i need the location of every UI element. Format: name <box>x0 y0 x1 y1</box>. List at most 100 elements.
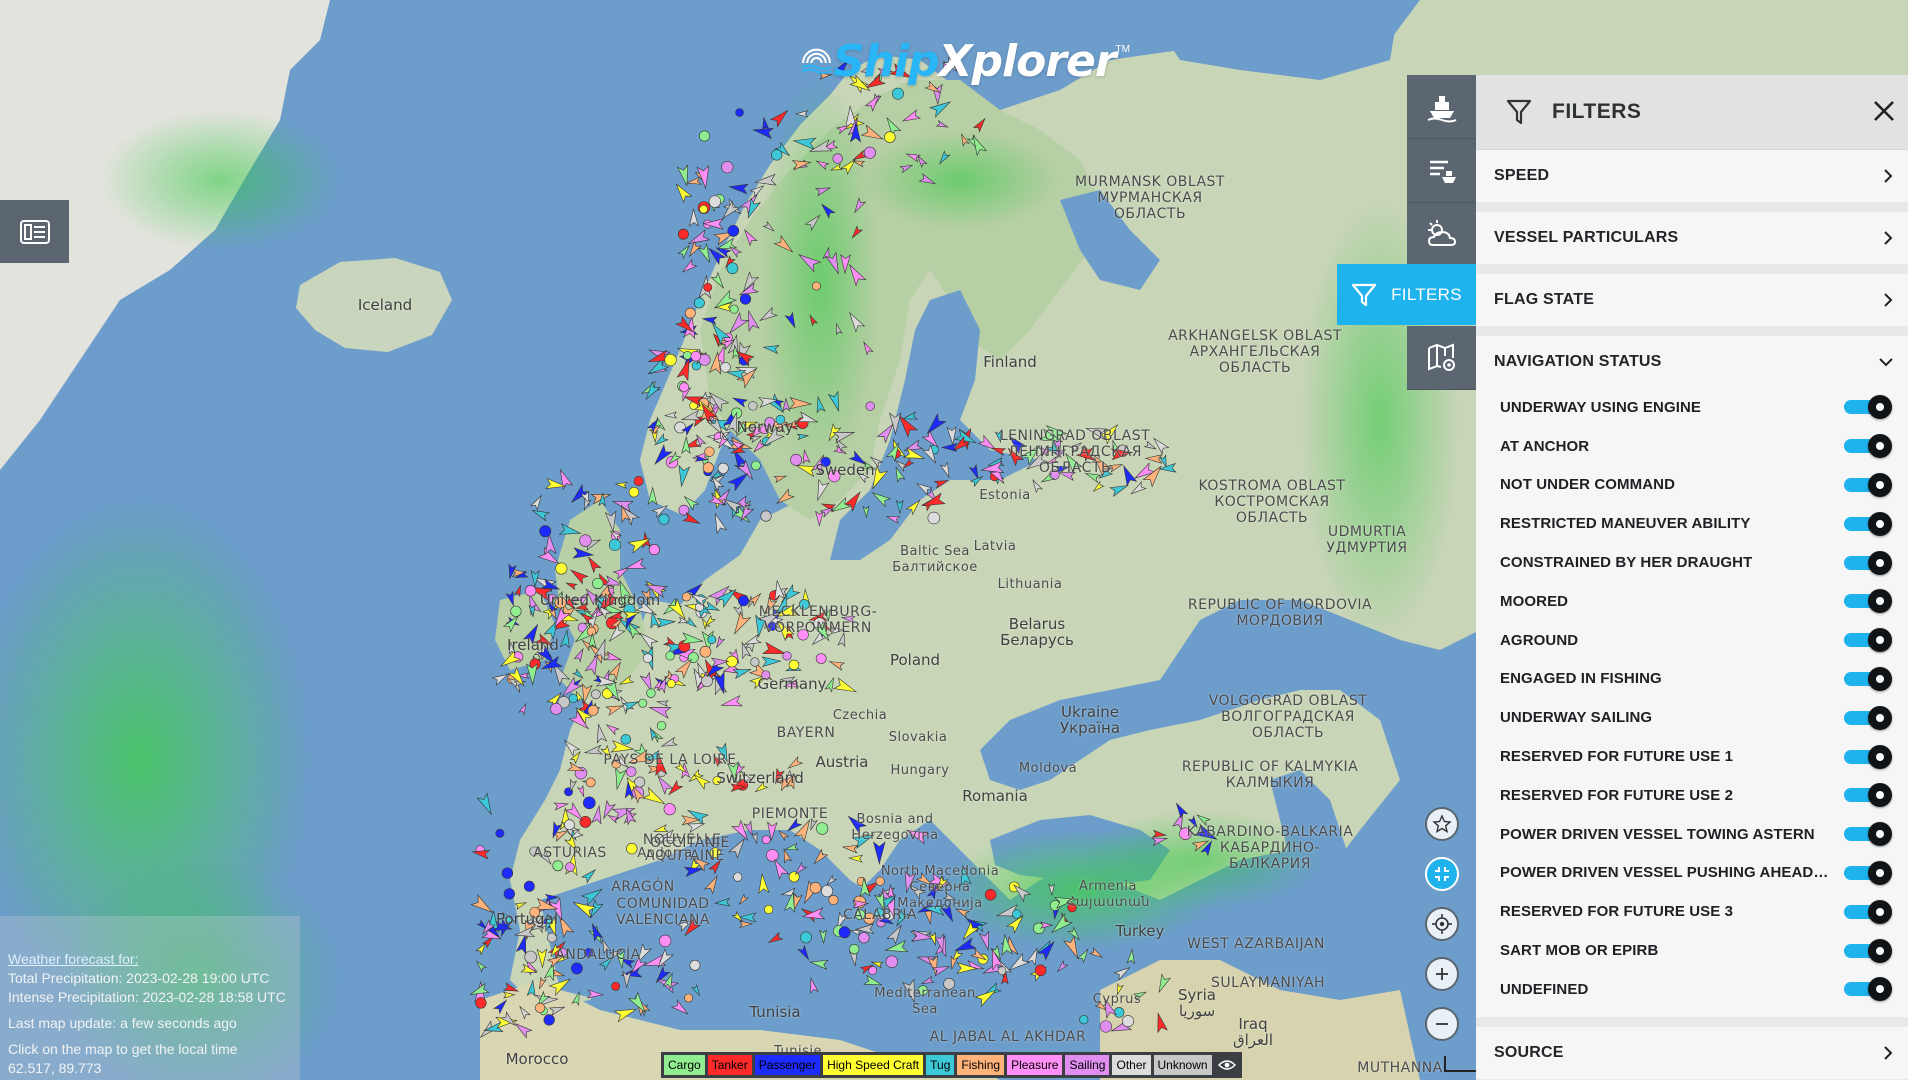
vessel-marker[interactable] <box>620 734 632 745</box>
vessel-marker[interactable] <box>495 828 505 838</box>
vessel-marker[interactable] <box>550 702 563 715</box>
filter-section-source-header[interactable]: SOURCE <box>1476 1027 1908 1079</box>
vessel-marker[interactable] <box>733 872 743 882</box>
legend-item[interactable]: Tanker <box>707 1055 752 1075</box>
vessel-marker[interactable] <box>849 944 860 955</box>
vessel-marker[interactable] <box>535 1002 546 1013</box>
vessel-marker[interactable] <box>555 562 568 575</box>
navigation-status-toggle[interactable] <box>1844 472 1892 497</box>
legend-item[interactable]: Sailing <box>1065 1055 1110 1075</box>
vessel-marker[interactable] <box>821 885 834 898</box>
locate-me-button[interactable] <box>1425 907 1459 941</box>
vessel-marker[interactable] <box>727 225 740 237</box>
vessel-marker[interactable] <box>863 146 876 159</box>
vessel-marker[interactable] <box>587 704 599 716</box>
vessel-marker[interactable] <box>1034 964 1047 977</box>
vessel-marker[interactable] <box>809 882 822 894</box>
vessel-marker[interactable] <box>699 645 712 658</box>
vessel-marker[interactable] <box>800 931 812 944</box>
navigation-status-toggle[interactable] <box>1844 434 1892 459</box>
vessel-marker[interactable] <box>592 577 604 590</box>
vessel-marker[interactable] <box>628 486 640 498</box>
vessel-marker[interactable] <box>1012 909 1022 919</box>
vessel-marker[interactable] <box>812 281 821 291</box>
vessel-marker[interactable] <box>815 822 829 835</box>
navigation-status-toggle[interactable] <box>1844 783 1892 808</box>
vessel-marker[interactable] <box>679 382 689 393</box>
navigation-status-toggle[interactable] <box>1844 705 1892 730</box>
navigation-status-toggle[interactable] <box>1844 628 1892 653</box>
vessel-marker[interactable] <box>720 362 731 373</box>
vessel-marker[interactable] <box>626 842 638 855</box>
vessel-marker[interactable] <box>684 307 696 319</box>
vessel-marker[interactable] <box>565 862 575 872</box>
filter-section-speed-header[interactable]: SPEED <box>1476 150 1908 202</box>
vessel-marker[interactable] <box>659 934 672 948</box>
legend-item[interactable]: High Speed Craft <box>823 1055 924 1075</box>
vessel-marker[interactable] <box>828 894 839 905</box>
filter-section-vessel-particulars-header[interactable]: VESSEL PARTICULARS <box>1476 212 1908 264</box>
weather-button[interactable] <box>1407 203 1476 267</box>
vessel-marker[interactable] <box>665 651 675 661</box>
vessel-marker[interactable] <box>832 153 843 164</box>
vessel-marker[interactable] <box>721 161 734 174</box>
vessel-marker[interactable] <box>663 803 676 816</box>
vessel-marker[interactable] <box>646 688 656 698</box>
vessel-marker[interactable] <box>674 421 686 434</box>
vessel-marker[interactable] <box>693 297 705 309</box>
filters-tab-button[interactable]: FILTERS <box>1337 264 1476 325</box>
vessel-marker[interactable] <box>865 401 875 411</box>
vessel-marker[interactable] <box>885 955 899 968</box>
navigation-status-toggle[interactable] <box>1844 899 1892 924</box>
vessel-marker[interactable] <box>524 950 537 964</box>
vessel-marker[interactable] <box>681 592 692 602</box>
vessel-list-toggle-button[interactable] <box>0 200 69 263</box>
zoom-out-button[interactable] <box>1425 1007 1459 1041</box>
fit-view-button[interactable] <box>1425 857 1459 891</box>
vessel-marker[interactable] <box>658 513 670 525</box>
map-settings-button[interactable] <box>1407 326 1476 390</box>
vessel-marker[interactable] <box>683 350 692 360</box>
vessel-marker[interactable] <box>1099 1020 1112 1033</box>
vessel-marker[interactable] <box>884 131 896 143</box>
vessel-marker[interactable] <box>633 476 644 486</box>
vessel-marker[interactable] <box>642 653 653 664</box>
legend-item[interactable]: Passenger <box>754 1055 821 1075</box>
vessel-marker[interactable] <box>738 595 750 607</box>
filter-section-navigation-status-header[interactable]: NAVIGATION STATUS <box>1476 336 1908 388</box>
vessel-marker[interactable] <box>579 534 592 547</box>
legend-item[interactable]: Tug <box>926 1055 955 1075</box>
vessel-marker[interactable] <box>782 651 792 661</box>
vessel-marker[interactable] <box>648 544 660 556</box>
vessel-marker[interactable] <box>684 993 694 1003</box>
vessel-marker[interactable] <box>739 293 752 305</box>
vessel-marker[interactable] <box>690 350 701 362</box>
zoom-in-button[interactable] <box>1425 957 1459 991</box>
vessel-marker[interactable] <box>552 860 564 872</box>
vessel-marker[interactable] <box>788 659 800 671</box>
vessels-button[interactable] <box>1407 75 1476 139</box>
vessel-marker[interactable] <box>611 981 621 991</box>
navigation-status-toggle[interactable] <box>1844 589 1892 614</box>
navigation-status-toggle[interactable] <box>1844 938 1892 963</box>
vessel-list-button[interactable] <box>1407 139 1476 203</box>
vessel-marker[interactable] <box>761 835 771 845</box>
vessel-marker[interactable] <box>927 511 941 525</box>
vessel-marker[interactable] <box>701 675 713 687</box>
vessel-marker[interactable] <box>997 966 1007 976</box>
favorites-button[interactable] <box>1425 807 1459 841</box>
vessel-marker[interactable] <box>475 997 487 1009</box>
vessel-marker[interactable] <box>760 510 772 522</box>
vessel-marker[interactable] <box>748 401 758 411</box>
weather-forecast-link[interactable]: Weather forecast for: <box>8 950 292 969</box>
legend-item[interactable]: Pleasure <box>1007 1055 1063 1075</box>
vessel-marker[interactable] <box>677 228 689 240</box>
close-icon[interactable] <box>1872 99 1896 123</box>
legend-item[interactable]: Other <box>1112 1055 1151 1075</box>
vessel-marker[interactable] <box>664 353 677 367</box>
vessel-marker[interactable] <box>1122 1015 1134 1028</box>
navigation-status-toggle[interactable] <box>1844 511 1892 536</box>
vessel-marker[interactable] <box>858 932 870 944</box>
legend-item[interactable]: Unknown <box>1153 1055 1212 1075</box>
vessel-marker[interactable] <box>523 880 535 892</box>
